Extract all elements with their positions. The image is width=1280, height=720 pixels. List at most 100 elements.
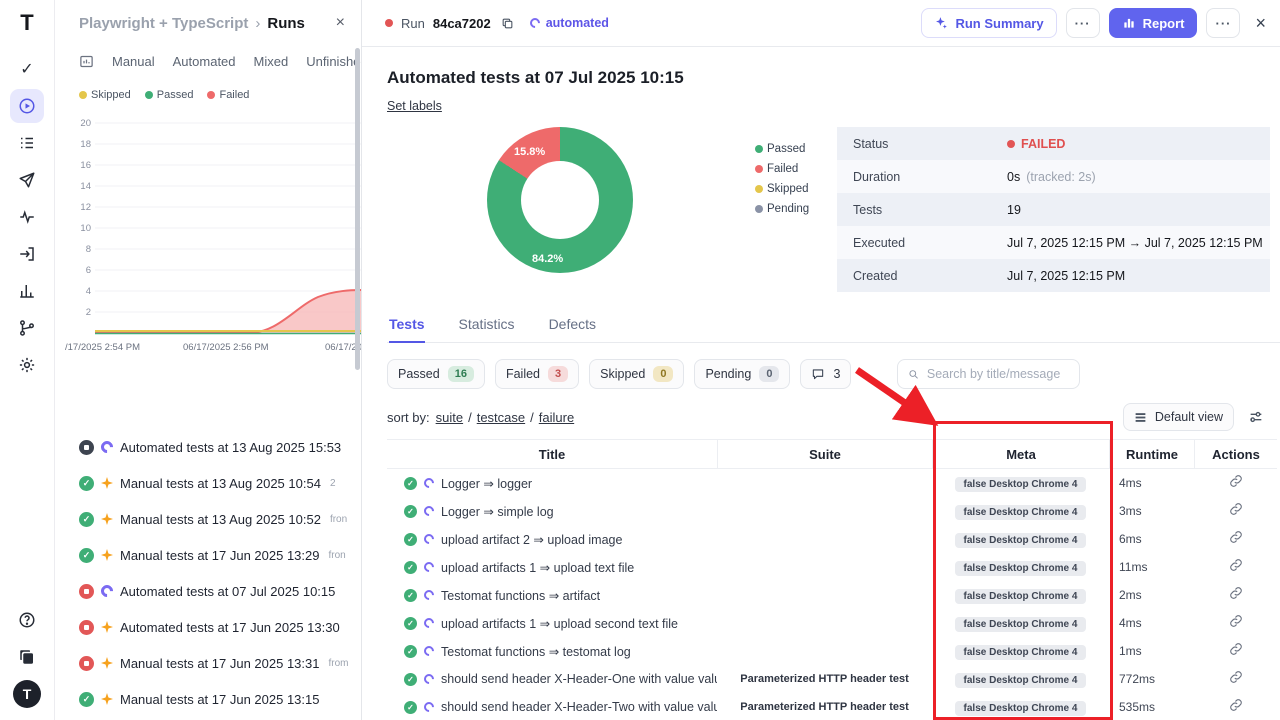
run-list-item[interactable]: Manual tests at 17 Jun 2025 13:29 fron [55, 537, 361, 573]
default-view-button[interactable]: Default view [1123, 403, 1234, 431]
skipped-dot [755, 185, 763, 193]
search-input[interactable] [927, 367, 1070, 381]
sidebar-item-activity[interactable] [10, 200, 44, 234]
sidebar-item-help[interactable] [10, 603, 44, 637]
link-icon[interactable] [1229, 530, 1243, 544]
filter-skipped[interactable]: Skipped 0 [589, 359, 684, 389]
runs-tab-mixed[interactable]: Mixed [254, 54, 289, 69]
run-type-icon [99, 583, 116, 600]
table-row[interactable]: upload artifact 2 ⇒ upload image false D… [387, 525, 1277, 553]
topbar-actions: Run Summary ··· Report ··· × [921, 8, 1266, 38]
runs-chart-icon[interactable] [79, 54, 94, 69]
view-settings-icon[interactable] [1248, 409, 1264, 425]
test-title-cell[interactable]: should send header X-Header-Two with val… [387, 700, 717, 714]
link-icon[interactable] [1229, 642, 1243, 656]
link-icon[interactable] [1229, 670, 1243, 684]
col-title[interactable]: Title [387, 440, 717, 468]
link-icon[interactable] [1229, 558, 1243, 572]
test-title-cell[interactable]: Logger ⇒ simple log [387, 504, 717, 519]
filter-failed[interactable]: Failed 3 [495, 359, 579, 389]
test-title-cell[interactable]: Testomat functions ⇒ testomat log [387, 644, 717, 659]
sidebar-item-runs[interactable] [10, 89, 44, 123]
report-button[interactable]: Report [1109, 8, 1198, 38]
runs-tab-automated[interactable]: Automated [173, 54, 236, 69]
comment-bubble-icon [811, 367, 825, 381]
sidebar-item-branches[interactable] [10, 311, 44, 345]
run-status-icon [79, 656, 94, 671]
actions-cell[interactable] [1194, 530, 1277, 549]
test-title-cell[interactable]: Logger ⇒ logger [387, 476, 717, 491]
runtime-cell: 6ms [1109, 532, 1194, 546]
run-list-item[interactable]: Manual tests at 13 Aug 2025 10:54 2 [55, 465, 361, 501]
table-row[interactable]: should send header X-Header-Two with val… [387, 693, 1277, 720]
run-list-item[interactable]: Manual tests at 13 Aug 2025 10:52 fron [55, 501, 361, 537]
link-icon[interactable] [1229, 474, 1243, 488]
filter-comments[interactable]: 3 [800, 359, 851, 389]
table-row[interactable]: Logger ⇒ logger false Desktop Chrome 4 4… [387, 469, 1277, 497]
col-meta[interactable]: Meta [932, 440, 1109, 468]
link-icon[interactable] [1229, 614, 1243, 628]
test-title-cell[interactable]: upload artifact 2 ⇒ upload image [387, 532, 717, 547]
actions-cell[interactable] [1194, 474, 1277, 493]
info-row-duration: Duration 0s (tracked: 2s) [837, 160, 1270, 193]
filter-pending[interactable]: Pending 0 [694, 359, 790, 389]
actions-cell[interactable] [1194, 502, 1277, 521]
sidebar-item-import[interactable] [10, 237, 44, 271]
automated-badge[interactable]: automated [530, 16, 609, 30]
actions-cell[interactable] [1194, 558, 1277, 577]
run-list-item[interactable]: Manual tests at 17 Jun 2025 13:15 [55, 681, 361, 717]
sidebar-item-test-plans[interactable] [10, 126, 44, 160]
actions-cell[interactable] [1194, 670, 1277, 689]
check-icon: ✓ [20, 59, 33, 79]
panel-scrollbar[interactable] [355, 48, 360, 370]
run-list-item[interactable]: Manual tests at 17 Jun 2025 13:31 from [55, 645, 361, 681]
run-list-item[interactable]: Automated tests at 07 Jul 2025 10:15 [55, 573, 361, 609]
table-row[interactable]: upload artifacts 1 ⇒ upload second text … [387, 609, 1277, 637]
set-labels-link[interactable]: Set labels [387, 99, 442, 113]
run-more-button[interactable]: ··· [1206, 8, 1240, 38]
test-title-cell[interactable]: Testomat functions ⇒ artifact [387, 588, 717, 603]
sidebar-item-publish[interactable] [10, 163, 44, 197]
summary-more-button[interactable]: ··· [1066, 8, 1100, 38]
link-icon[interactable] [1229, 698, 1243, 712]
copy-run-id-icon[interactable] [501, 17, 514, 30]
actions-cell[interactable] [1194, 586, 1277, 605]
col-runtime[interactable]: Runtime [1109, 440, 1194, 468]
table-row[interactable]: upload artifacts 1 ⇒ upload text file fa… [387, 553, 1277, 581]
link-icon[interactable] [1229, 502, 1243, 516]
breadcrumb-project[interactable]: Playwright + TypeScript [79, 15, 248, 32]
tab-statistics[interactable]: Statistics [459, 316, 515, 342]
runs-tab-manual[interactable]: Manual [112, 54, 155, 69]
test-title-cell[interactable]: upload artifacts 1 ⇒ upload text file [387, 560, 717, 575]
actions-cell[interactable] [1194, 614, 1277, 633]
sidebar-item-analytics[interactable] [10, 274, 44, 308]
table-row[interactable]: Logger ⇒ simple log false Desktop Chrome… [387, 497, 1277, 525]
filter-passed[interactable]: Passed 16 [387, 359, 485, 389]
run-summary-button[interactable]: Run Summary [921, 8, 1056, 38]
test-title-cell[interactable]: should send header X-Header-One with val… [387, 672, 717, 686]
link-icon[interactable] [1229, 586, 1243, 600]
table-row[interactable]: Testomat functions ⇒ testomat log false … [387, 637, 1277, 665]
tab-defects[interactable]: Defects [549, 316, 596, 342]
close-panel-icon[interactable]: × [336, 14, 345, 32]
table-row[interactable]: Testomat functions ⇒ artifact false Desk… [387, 581, 1277, 609]
sort-by-failure[interactable]: failure [539, 410, 574, 425]
runs-tab-unfinished[interactable]: Unfinished [306, 54, 362, 69]
close-run-icon[interactable]: × [1255, 14, 1266, 32]
sort-by-testcase[interactable]: testcase [477, 410, 525, 425]
sidebar-item-docs[interactable] [10, 640, 44, 674]
failed-percent-label: 15.8% [514, 146, 545, 158]
test-title-cell[interactable]: upload artifacts 1 ⇒ upload second text … [387, 616, 717, 631]
user-avatar[interactable]: T [13, 680, 41, 708]
table-row[interactable]: should send header X-Header-One with val… [387, 665, 1277, 693]
run-list-item[interactable]: Automated tests at 13 Aug 2025 15:53 [55, 429, 361, 465]
info-row-executed: Executed Jul 7, 2025 12:15 PM → Jul 7, 2… [837, 226, 1270, 259]
actions-cell[interactable] [1194, 642, 1277, 661]
sidebar-item-settings[interactable] [10, 348, 44, 382]
actions-cell[interactable] [1194, 698, 1277, 717]
col-suite[interactable]: Suite [717, 440, 932, 468]
run-list-item[interactable]: Automated tests at 17 Jun 2025 13:30 [55, 609, 361, 645]
sort-by-suite[interactable]: suite [436, 410, 463, 425]
tab-tests[interactable]: Tests [389, 316, 425, 343]
sidebar-item-tests[interactable]: ✓ [10, 52, 44, 86]
